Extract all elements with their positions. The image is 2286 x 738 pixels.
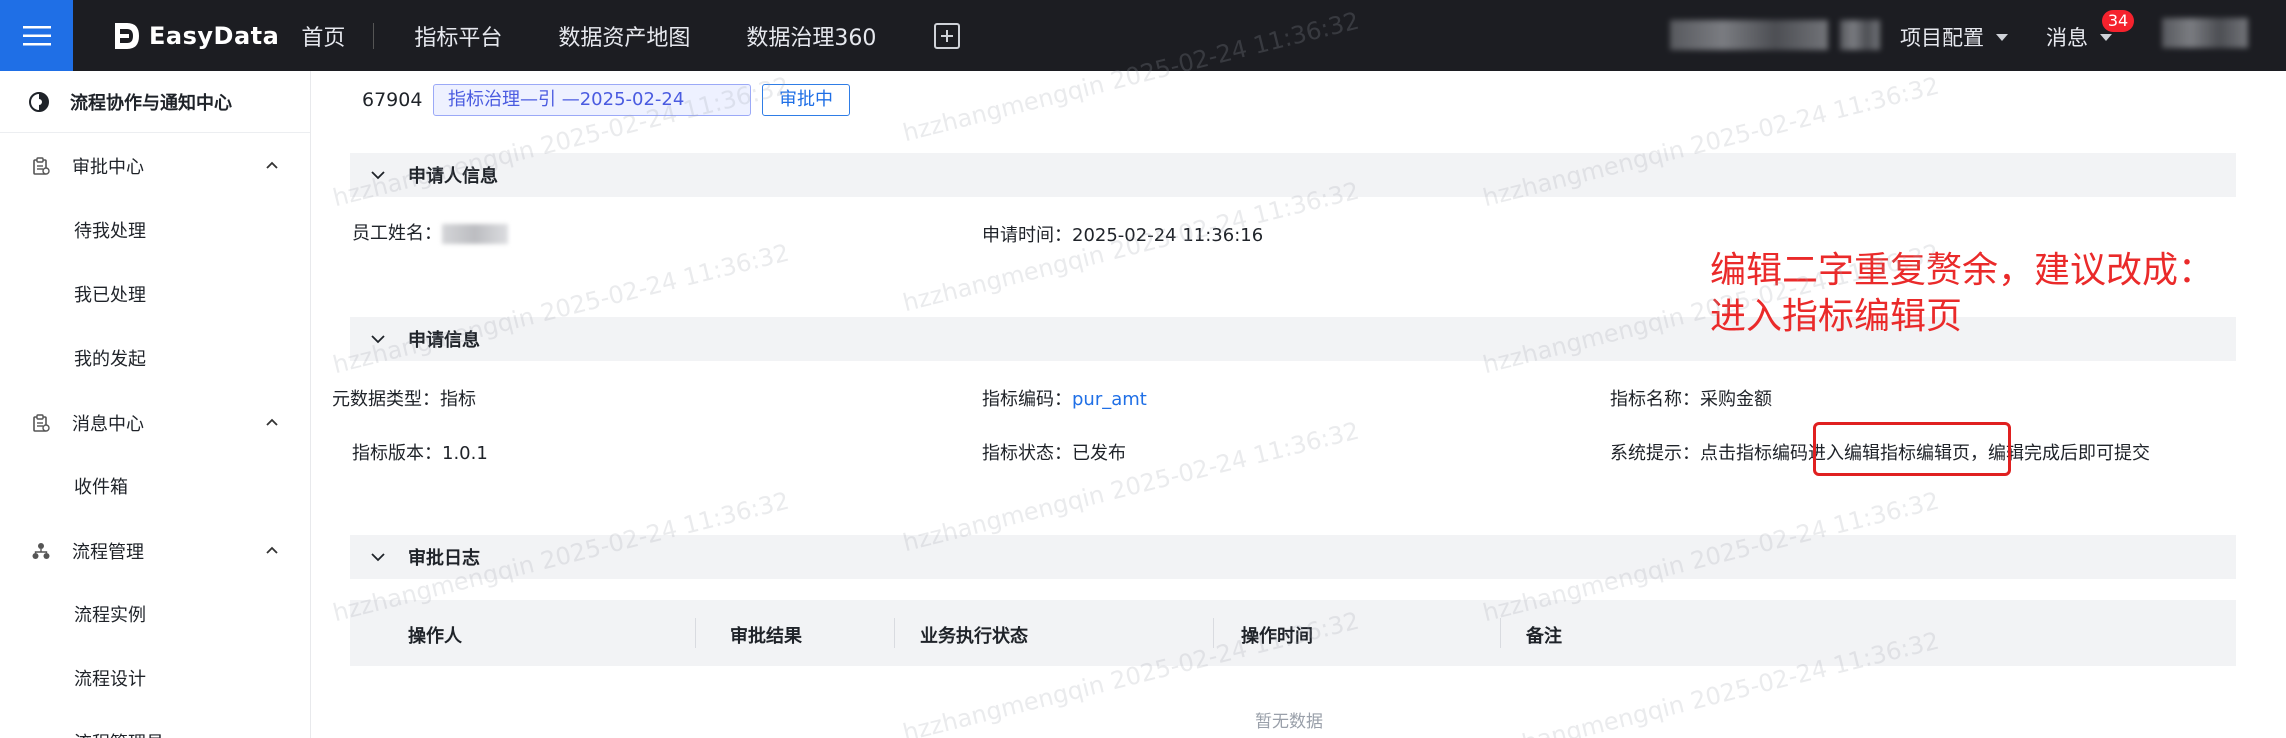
menu-toggle-button[interactable] — [0, 0, 73, 71]
sidebar: 流程协作与通知中心 审批中心 待我处理 我已处理 我的发起 消息中心 收件箱 流… — [0, 71, 311, 738]
sidebar-header[interactable]: 流程协作与通知中心 — [0, 71, 310, 133]
section-title: 审批日志 — [408, 548, 480, 569]
metric-code-link[interactable]: pur_amt — [1072, 389, 1147, 410]
field-value: 2025-02-24 11:36:16 — [1072, 225, 1264, 246]
sidebar-group-label: 消息中心 — [72, 414, 144, 435]
field-value: 已发布 — [1072, 443, 1126, 464]
column-divider — [894, 618, 895, 648]
sidebar-group-approval[interactable]: 审批中心 — [0, 134, 311, 198]
column-header-result: 审批结果 — [730, 626, 802, 647]
sidebar-item-process-design[interactable]: 流程设计 — [74, 665, 146, 691]
field-label: 指标编码： — [982, 389, 1072, 410]
sidebar-item-pending[interactable]: 待我处理 — [74, 217, 146, 243]
project-config-label: 项目配置 — [1900, 26, 1984, 50]
nav-data-governance-360[interactable]: 数据治理360 — [746, 20, 876, 52]
project-config-menu[interactable]: 项目配置 — [1900, 22, 2008, 52]
brand-name: EasyData — [149, 21, 280, 50]
chevron-down-icon — [371, 553, 385, 562]
redacted-employee-name — [442, 224, 508, 244]
sidebar-item-process-admin[interactable]: 流程管理员 — [74, 729, 164, 738]
sidebar-item-process-instance[interactable]: 流程实例 — [74, 601, 146, 627]
nav-metric-platform[interactable]: 指标平台 — [414, 20, 502, 52]
chevron-up-icon — [266, 546, 278, 554]
chevron-down-icon — [371, 171, 385, 180]
column-divider — [1500, 618, 1501, 648]
field-value: 指标 — [440, 389, 476, 410]
field-label: 申请时间： — [982, 225, 1072, 246]
metric-status-field: 指标状态：已发布 — [982, 439, 1126, 465]
field-value: 采购金额 — [1700, 389, 1772, 410]
field-label: 指标名称： — [1610, 389, 1700, 410]
chevron-up-icon — [266, 418, 278, 426]
sidebar-header-title: 流程协作与通知中心 — [70, 92, 232, 114]
nav-data-asset-map[interactable]: 数据资产地图 — [558, 20, 690, 52]
column-header-remark: 备注 — [1526, 626, 1562, 647]
field-label: 指标版本： — [352, 443, 442, 464]
main-content: 67904 指标治理—引 —2025-02-24 审批中 申请人信息 员工姓名：… — [312, 71, 2286, 738]
review-annotation: 编辑二字重复赘余，建议改成： 进入指标编辑页 — [1710, 248, 2214, 340]
field-label: 系统提示： — [1610, 443, 1700, 464]
sidebar-item-inbox[interactable]: 收件箱 — [74, 473, 128, 499]
caret-down-icon — [2100, 33, 2112, 41]
sidebar-item-initiated[interactable]: 我的发起 — [74, 345, 146, 371]
annotation-line: 编辑二字重复赘余，建议改成： — [1710, 250, 2215, 291]
request-name-tag: 指标治理—引 —2025-02-24 — [433, 84, 751, 116]
hamburger-icon — [22, 25, 51, 45]
add-tab-icon[interactable] — [934, 22, 961, 49]
annotation-line: 进入指标编辑页 — [1710, 296, 1963, 337]
approval-log-table-header: 操作人 审批结果 业务执行状态 操作时间 备注 — [350, 600, 2236, 666]
request-id: 67904 — [362, 89, 423, 111]
metric-version-field: 指标版本：1.0.1 — [352, 439, 488, 465]
empty-state: 暂无数据 — [1255, 712, 1323, 732]
section-title: 申请信息 — [408, 330, 480, 351]
top-navbar: EasyData 首页 指标平台 数据资产地图 数据治理360 项目配置 消息 … — [0, 0, 2286, 71]
column-header-exec-status: 业务执行状态 — [920, 626, 1028, 647]
highlight-box — [1813, 422, 2011, 476]
section-applicant-info[interactable]: 申请人信息 — [350, 153, 2236, 197]
clipboard-icon — [33, 414, 50, 432]
workflow-icon — [29, 91, 49, 112]
column-divider — [695, 618, 696, 648]
sidebar-group-label: 流程管理 — [72, 542, 144, 563]
messages-label: 消息 — [2046, 26, 2088, 50]
status-badge: 审批中 — [762, 84, 850, 116]
sidebar-group-label: 审批中心 — [72, 157, 144, 178]
section-title: 申请人信息 — [408, 166, 498, 187]
org-chart-icon — [32, 543, 50, 559]
column-header-operator: 操作人 — [408, 626, 462, 647]
nav-divider — [373, 22, 375, 49]
redacted-area — [1840, 20, 1880, 50]
field-label: 指标状态： — [982, 443, 1072, 464]
column-header-time: 操作时间 — [1241, 626, 1313, 647]
field-value: 1.0.1 — [442, 443, 488, 464]
field-label: 元数据类型： — [332, 389, 440, 410]
nav-home[interactable]: 首页 — [301, 20, 345, 52]
metric-name-field: 指标名称：采购金额 — [1610, 385, 1772, 411]
redacted-area — [1670, 20, 1828, 50]
metric-code-field: 指标编码：pur_amt — [982, 385, 1147, 411]
field-label: 员工姓名： — [352, 223, 442, 244]
apply-time-field: 申请时间：2025-02-24 11:36:16 — [982, 221, 1263, 247]
brand-logo[interactable]: EasyData — [113, 0, 279, 71]
sidebar-group-process-mgmt[interactable]: 流程管理 — [0, 519, 311, 583]
messages-menu[interactable]: 消息 — [2046, 22, 2112, 52]
metadata-type-field: 元数据类型：指标 — [332, 385, 476, 411]
employee-name-field: 员工姓名： — [352, 219, 508, 245]
clipboard-icon — [33, 157, 50, 175]
caret-down-icon — [1996, 33, 2008, 41]
redacted-user-avatar[interactable] — [2162, 18, 2248, 48]
easydata-logo-icon — [115, 22, 139, 49]
sidebar-item-processed[interactable]: 我已处理 — [74, 281, 146, 307]
sidebar-group-messages[interactable]: 消息中心 — [0, 391, 311, 455]
message-count-badge: 34 — [2102, 10, 2134, 32]
column-divider — [1213, 618, 1214, 648]
chevron-down-icon — [371, 335, 385, 344]
section-approval-log[interactable]: 审批日志 — [350, 535, 2236, 579]
chevron-up-icon — [266, 161, 278, 169]
